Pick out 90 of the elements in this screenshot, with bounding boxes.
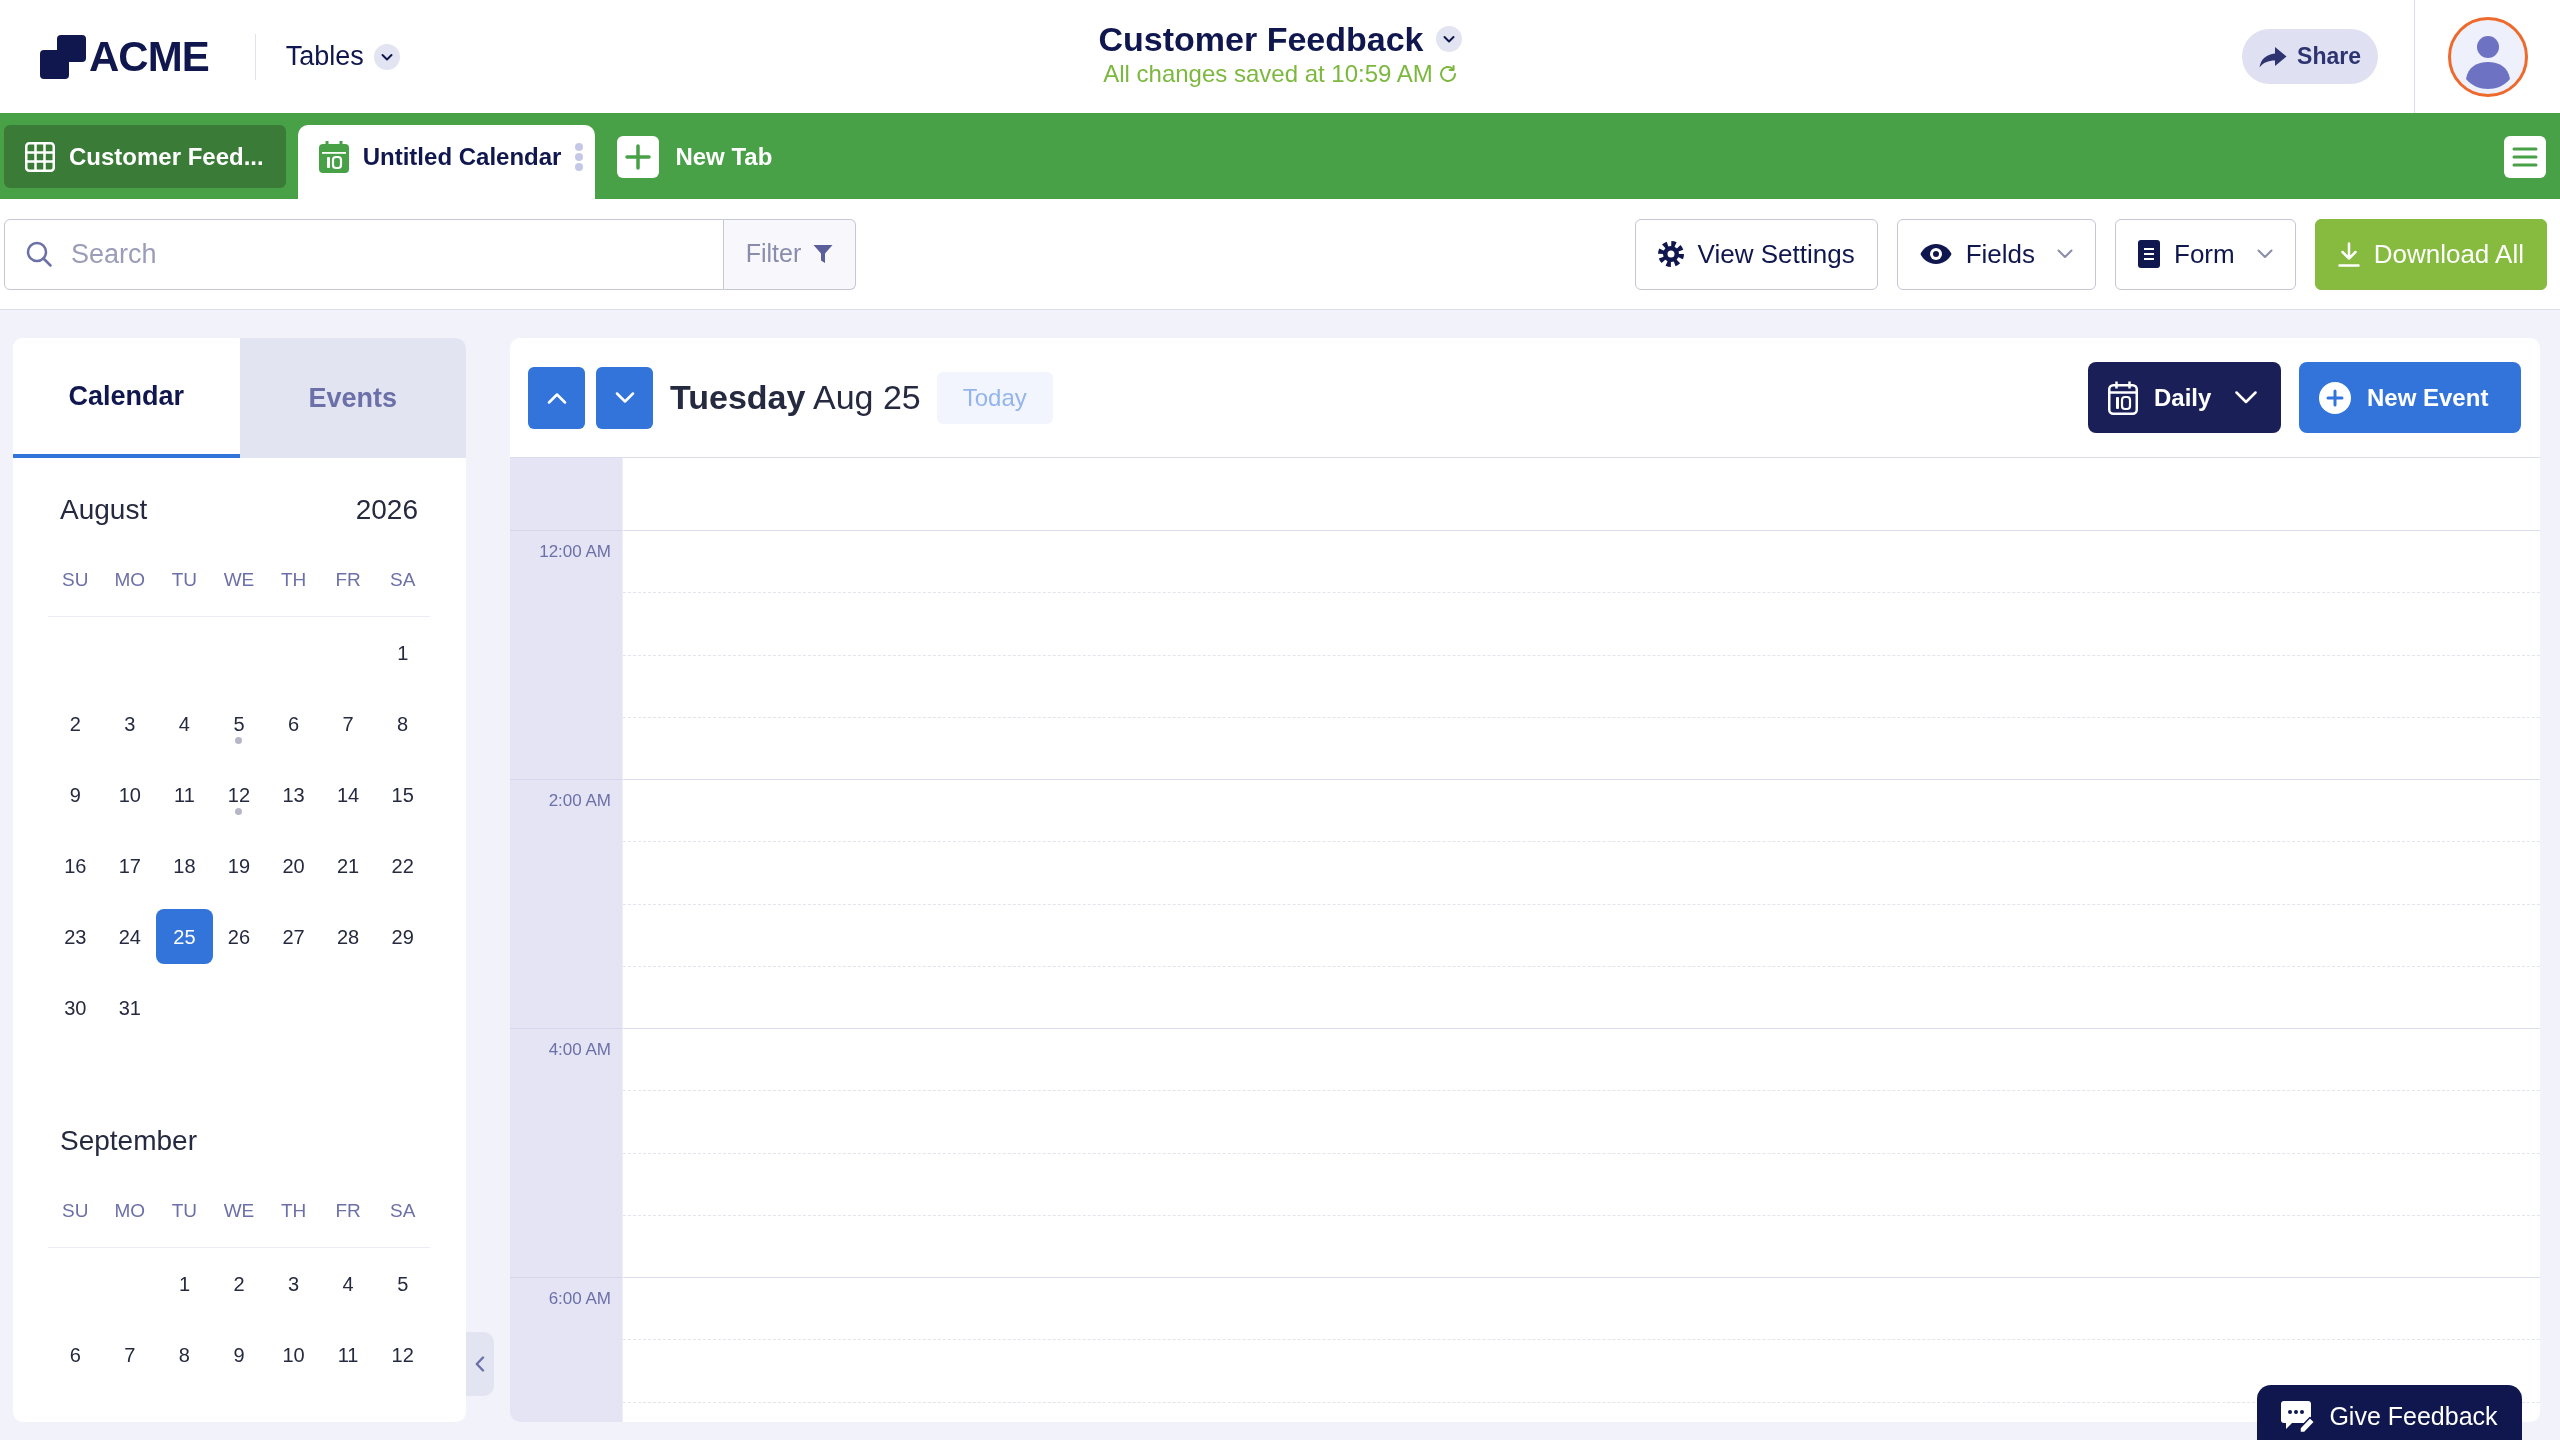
menu-icon[interactable] bbox=[2504, 135, 2546, 178]
calendar-day[interactable]: 2 bbox=[46, 696, 104, 751]
logo-text: ACME bbox=[89, 35, 209, 78]
chevron-down-icon[interactable] bbox=[1435, 25, 1462, 52]
tab[interactable]: Customer Feed... bbox=[4, 125, 286, 188]
calendar-day[interactable]: 26 bbox=[210, 909, 268, 964]
calendar-day[interactable]: 23 bbox=[46, 909, 104, 964]
year-label: 2026 bbox=[355, 493, 418, 527]
calendar-day[interactable]: 2 bbox=[210, 1256, 268, 1311]
weekday-label: SU bbox=[62, 568, 89, 592]
calendar-day[interactable]: 9 bbox=[46, 767, 104, 822]
document-icon bbox=[2138, 240, 2160, 268]
date-heading: Tuesday Aug 25 bbox=[670, 377, 921, 418]
plus-circle-icon bbox=[2319, 381, 2351, 414]
user-avatar-icon[interactable] bbox=[2447, 16, 2528, 97]
gear-icon bbox=[1657, 241, 1684, 267]
refresh-icon bbox=[1438, 64, 1457, 83]
calendar-day[interactable]: 8 bbox=[374, 696, 432, 751]
calendar-day[interactable]: 29 bbox=[374, 909, 432, 964]
calendar-day[interactable]: 9 bbox=[210, 1327, 268, 1382]
chevron-down-icon bbox=[373, 43, 400, 70]
tab[interactable]: Untitled Calendar bbox=[297, 125, 596, 199]
weekday-label: SA bbox=[390, 568, 416, 592]
calendar-day[interactable]: 1 bbox=[374, 625, 432, 680]
chevron-down-icon bbox=[2235, 391, 2257, 404]
vertical-dots-icon bbox=[575, 142, 584, 171]
previous-day-button[interactable] bbox=[528, 366, 585, 429]
event-dot-icon bbox=[235, 737, 243, 744]
weekday-label: MO bbox=[114, 1199, 146, 1223]
calendar-day[interactable]: 1 bbox=[155, 1256, 213, 1311]
chevron-up-icon bbox=[546, 391, 567, 404]
document-title: Customer Feedback bbox=[1098, 18, 1424, 60]
calendar-day[interactable]: 15 bbox=[374, 767, 432, 822]
next-day-button[interactable] bbox=[596, 366, 653, 429]
chat-pencil-icon bbox=[2281, 1399, 2316, 1434]
calendar-day[interactable]: 12 bbox=[374, 1327, 432, 1382]
view-settings-button[interactable]: View Settings bbox=[1634, 218, 1878, 290]
plus-icon bbox=[617, 135, 660, 178]
calendar-day[interactable]: 30 bbox=[46, 980, 104, 1035]
calendar-icon bbox=[2108, 380, 2138, 415]
view-dropdown[interactable]: Daily bbox=[2088, 362, 2281, 433]
weekday-label: TU bbox=[171, 1199, 198, 1223]
calendar-day[interactable]: 5 bbox=[210, 696, 268, 751]
caret-icon bbox=[2057, 249, 2073, 259]
tables-dropdown[interactable]: Tables bbox=[285, 36, 400, 77]
weekday-label: TU bbox=[171, 568, 198, 592]
weekday-label: SA bbox=[390, 1199, 416, 1223]
fields-dropdown[interactable]: Fields bbox=[1896, 218, 2096, 290]
calendar-day[interactable]: 16 bbox=[46, 838, 104, 893]
share-button[interactable]: Share bbox=[2242, 29, 2378, 84]
grid-icon bbox=[25, 141, 55, 172]
chevron-left-icon bbox=[475, 1356, 485, 1372]
weekday-label: TH bbox=[280, 568, 307, 592]
calendar-icon bbox=[318, 140, 349, 173]
search-field[interactable]: Search bbox=[4, 218, 724, 290]
calendar-day[interactable]: 12 bbox=[210, 767, 268, 822]
calendar-day[interactable]: 31 bbox=[101, 980, 159, 1035]
calendar-day[interactable]: 5 bbox=[374, 1256, 432, 1311]
chevron-down-icon bbox=[614, 391, 635, 404]
weekday-label: TH bbox=[280, 1199, 307, 1223]
weekday-label: WE bbox=[223, 568, 255, 592]
caret-icon bbox=[2256, 249, 2273, 259]
search-icon bbox=[26, 240, 52, 267]
download-icon bbox=[2337, 241, 2360, 267]
new-event-button[interactable]: New Event bbox=[2299, 362, 2521, 433]
share-arrow-icon bbox=[2259, 45, 2288, 68]
give-feedback-button[interactable]: Give Feedback bbox=[2257, 1385, 2522, 1440]
calendar-day[interactable]: 25 bbox=[155, 909, 213, 964]
time-label: 4:00 AM bbox=[548, 1040, 611, 1060]
collapse-sidebar-button[interactable] bbox=[466, 1332, 494, 1396]
sidebar-tab[interactable]: Events bbox=[239, 338, 466, 458]
weekday-label: FR bbox=[335, 568, 361, 592]
time-label: 2:00 AM bbox=[548, 791, 611, 811]
month-title: August bbox=[60, 493, 148, 527]
event-dot-icon bbox=[235, 808, 243, 815]
month-title: September bbox=[60, 1124, 197, 1158]
weekday-label: SU bbox=[62, 1199, 89, 1223]
weekday-label: FR bbox=[335, 1199, 361, 1223]
calendar-day[interactable]: 19 bbox=[210, 838, 268, 893]
filter-icon bbox=[813, 244, 834, 264]
save-status: All changes saved at 10:59 AM bbox=[1103, 59, 1433, 88]
calendar-day[interactable]: 6 bbox=[46, 1327, 104, 1382]
weekday-label: MO bbox=[114, 568, 146, 592]
logo-icon bbox=[40, 34, 86, 79]
calendar-day[interactable]: 22 bbox=[374, 838, 432, 893]
weekday-label: WE bbox=[223, 1199, 255, 1223]
form-dropdown[interactable]: Form bbox=[2115, 218, 2296, 290]
time-label: 12:00 AM bbox=[539, 542, 611, 562]
time-label: 6:00 AM bbox=[548, 1289, 611, 1309]
eye-icon bbox=[1919, 243, 1952, 265]
